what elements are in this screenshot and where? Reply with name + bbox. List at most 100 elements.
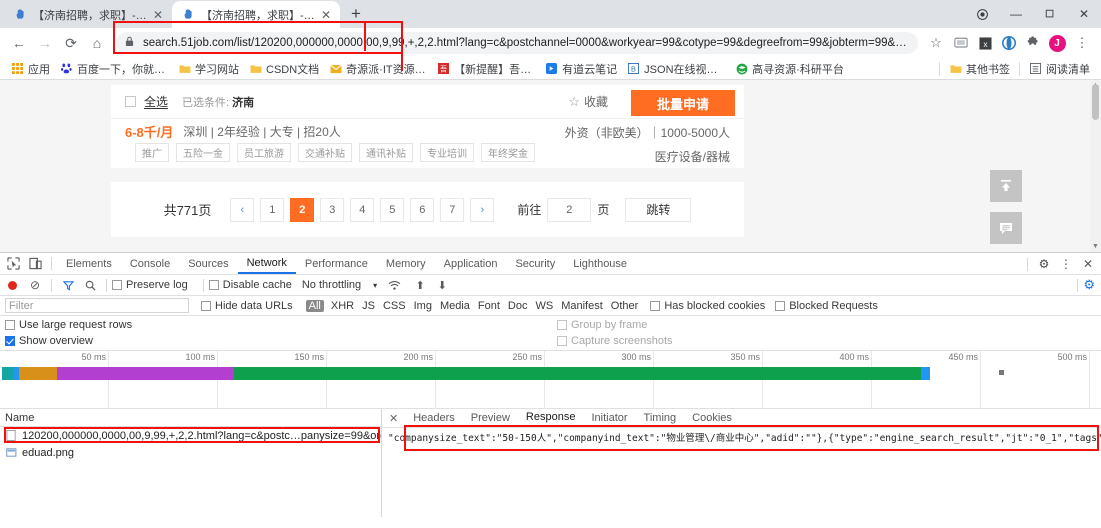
filter-type-manifest[interactable]: Manifest: [557, 300, 607, 312]
tab-network[interactable]: Network: [237, 253, 296, 274]
filter-icon[interactable]: [57, 275, 79, 295]
bookmark-other-bookmarks[interactable]: 其他书签: [944, 59, 1015, 79]
filter-type-xhr[interactable]: XHR: [327, 300, 358, 312]
has-blocked-cookies-option[interactable]: Has blocked cookies: [650, 300, 765, 312]
inspect-element-icon[interactable]: [2, 254, 24, 274]
home-button[interactable]: ⌂: [84, 30, 110, 56]
group-by-frame-option[interactable]: Group by frame: [557, 319, 647, 331]
hide-data-urls-checkbox[interactable]: [201, 300, 211, 311]
detail-tab-preview[interactable]: Preview: [463, 409, 518, 427]
bookmark-item-1[interactable]: 学习网站: [173, 59, 244, 79]
search-icon[interactable]: [79, 275, 101, 295]
select-all-checkbox[interactable]: [125, 96, 136, 107]
detail-tab-response[interactable]: Response: [517, 409, 584, 427]
filter-type-all[interactable]: All: [305, 299, 324, 312]
maximize-button[interactable]: [1033, 0, 1067, 28]
throttling-select[interactable]: No throttling ▾: [302, 279, 377, 291]
filter-type-font[interactable]: Font: [474, 300, 504, 312]
bookmark-item-0[interactable]: 百度一下，你就知道: [55, 59, 173, 79]
detail-tab-headers[interactable]: Headers: [405, 409, 463, 427]
group-by-frame-checkbox[interactable]: [557, 320, 567, 330]
browser-tab-1[interactable]: 【济南招聘，求职】-前程无忧 ✕: [4, 1, 172, 28]
reload-button[interactable]: ⟳: [58, 30, 84, 56]
show-overview-option[interactable]: Show overview: [5, 335, 93, 347]
filter-type-doc[interactable]: Doc: [504, 300, 532, 312]
request-row[interactable]: 120200,000000,0000,00,9,99,+,2,2.html?la…: [0, 427, 381, 444]
cast-icon[interactable]: [949, 31, 973, 55]
tab-security[interactable]: Security: [506, 253, 564, 274]
blocked-requests-option[interactable]: Blocked Requests: [775, 300, 878, 312]
close-window-button[interactable]: ✕: [1067, 0, 1101, 28]
batch-apply-button[interactable]: 批量申请: [631, 90, 735, 116]
device-toolbar-icon[interactable]: [24, 254, 46, 274]
profile-avatar[interactable]: J: [1045, 31, 1069, 55]
filter-type-media[interactable]: Media: [436, 300, 474, 312]
disable-cache-checkbox[interactable]: [208, 280, 219, 290]
select-all-label[interactable]: 全选: [144, 93, 168, 110]
favorite-button[interactable]: ☆ 收藏: [568, 93, 608, 110]
tab-close-icon[interactable]: ✕: [318, 7, 334, 23]
bookmark-item-3[interactable]: 奇源派·IT资源|考研…: [324, 59, 432, 79]
preserve-log-checkbox[interactable]: [112, 280, 122, 290]
request-row[interactable]: eduad.png: [0, 444, 381, 461]
pagination-page-4[interactable]: 4: [350, 197, 375, 222]
back-to-top-button[interactable]: [990, 170, 1022, 202]
capture-screenshots-option[interactable]: Capture screenshots: [557, 335, 673, 347]
capture-screenshots-checkbox[interactable]: [557, 336, 567, 346]
back-button[interactable]: ←: [6, 30, 32, 56]
extension-black-icon[interactable]: x: [973, 31, 997, 55]
pagination-next[interactable]: ›: [470, 197, 495, 222]
pagination-page-2[interactable]: 2: [290, 197, 315, 222]
filter-type-ws[interactable]: WS: [531, 300, 557, 312]
use-large-request-rows-checkbox[interactable]: [5, 320, 15, 330]
detail-tab-initiator[interactable]: Initiator: [583, 409, 635, 427]
page-scrollbar[interactable]: ▲ ▼: [1090, 80, 1101, 252]
bookmark-star-icon[interactable]: ☆: [923, 30, 949, 56]
feedback-button[interactable]: [990, 212, 1022, 244]
request-column-header[interactable]: Name: [0, 409, 381, 427]
bookmark-apps[interactable]: 应用: [6, 59, 55, 79]
close-detail-icon[interactable]: ✕: [385, 409, 405, 427]
has-blocked-cookies-checkbox[interactable]: [650, 300, 661, 311]
settings-gear-icon[interactable]: ⚙: [1033, 254, 1055, 274]
bookmark-item-4[interactable]: 吾 【新提醒】吾爱破…: [432, 59, 540, 79]
use-large-request-rows-option[interactable]: Use large request rows: [5, 319, 132, 331]
pagination-page-3[interactable]: 3: [320, 197, 345, 222]
bookmark-item-5[interactable]: 有道云笔记: [540, 59, 622, 79]
tab-sources[interactable]: Sources: [179, 253, 237, 274]
filter-type-img[interactable]: Img: [410, 300, 436, 312]
jump-button[interactable]: 跳转: [625, 197, 692, 222]
pagination-page-6[interactable]: 6: [410, 197, 435, 222]
opera-extension-icon[interactable]: [997, 31, 1021, 55]
network-timeline-overview[interactable]: 50 ms 100 ms 150 ms 200 ms 250 ms 300 ms…: [0, 351, 1101, 409]
tab-memory[interactable]: Memory: [377, 253, 435, 274]
preserve-log-option[interactable]: Preserve log: [112, 279, 188, 291]
detail-tab-cookies[interactable]: Cookies: [684, 409, 740, 427]
import-har-icon[interactable]: ⬆: [409, 275, 431, 295]
bookmark-item-6[interactable]: B JSON在线视图查看…: [622, 59, 730, 79]
blocked-requests-checkbox[interactable]: [775, 300, 786, 311]
detail-tab-timing[interactable]: Timing: [636, 409, 685, 427]
tab-application[interactable]: Application: [435, 253, 507, 274]
filter-type-css[interactable]: CSS: [379, 300, 410, 312]
wifi-offline-icon[interactable]: [383, 275, 405, 295]
tab-performance[interactable]: Performance: [296, 253, 377, 274]
filter-input[interactable]: Filter: [5, 298, 189, 313]
tab-elements[interactable]: Elements: [57, 253, 121, 274]
forward-button[interactable]: →: [32, 30, 58, 56]
browser-tab-2[interactable]: 【济南招聘，求职】-前程无忧 ✕: [172, 1, 340, 28]
close-devtools-icon[interactable]: ✕: [1077, 254, 1099, 274]
tab-console[interactable]: Console: [121, 253, 179, 274]
bookmark-reading-list[interactable]: 阅读清单: [1024, 59, 1095, 79]
bookmark-item-2[interactable]: CSDN文档: [244, 59, 324, 79]
record-button[interactable]: [8, 280, 17, 290]
puzzle-extensions-icon[interactable]: [1021, 31, 1045, 55]
more-options-icon[interactable]: ⋮: [1055, 254, 1077, 274]
disable-cache-option[interactable]: Disable cache: [208, 279, 292, 291]
record-indicator-icon[interactable]: [965, 0, 999, 28]
chrome-menu-button[interactable]: ⋮: [1069, 30, 1095, 56]
scrollbar-thumb[interactable]: [1092, 84, 1099, 120]
export-har-icon[interactable]: ⬇: [431, 275, 453, 295]
filter-type-other[interactable]: Other: [607, 300, 643, 312]
clear-icon[interactable]: ⊘: [24, 275, 46, 295]
